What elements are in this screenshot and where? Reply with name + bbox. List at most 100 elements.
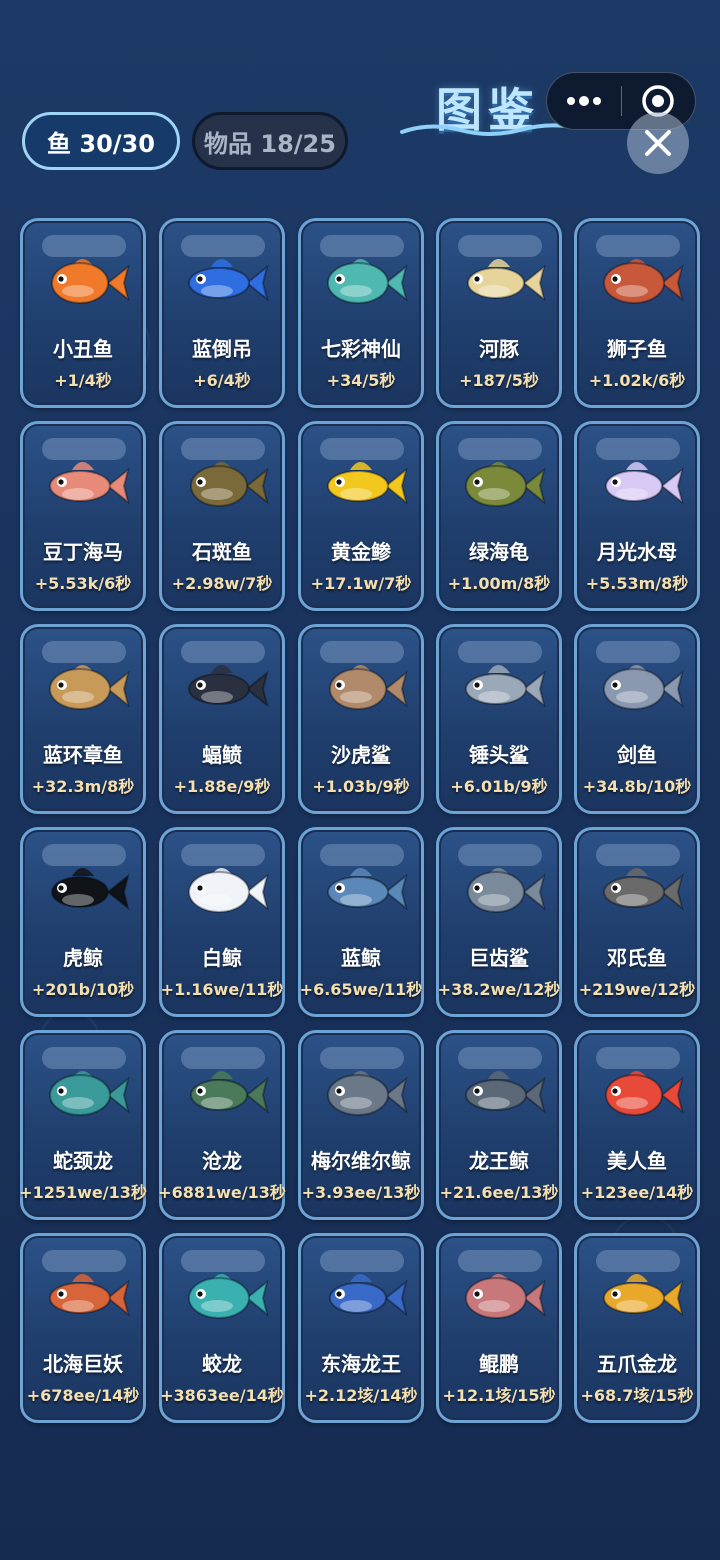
fish-card[interactable]: 小丑鱼 +1/4秒 [20,218,146,408]
fish-income-rate: +5.53k/6秒 [34,574,132,593]
seahorse-icon [36,444,132,524]
fish-card[interactable]: 月光水母 +5.53m/8秒 [574,421,700,611]
fish-income-rate: +32.3m/8秒 [31,777,135,796]
fish-income-rate: +1.00m/8秒 [447,574,551,593]
fish-card[interactable]: 沧龙 +6881we/13秒 [158,1030,286,1220]
fish-card[interactable]: 剑鱼 +34.8b/10秒 [574,624,700,814]
fish-name: 白鲸 [202,946,242,970]
fish-name: 梅尔维尔鲸 [311,1149,411,1173]
basilosaurus-icon [452,1053,548,1133]
fish-card[interactable]: 河豚 +187/5秒 [436,218,562,408]
fish-card[interactable]: 蛟龙 +3863ee/14秒 [159,1233,285,1423]
fish-income-rate: +34/5秒 [326,371,396,390]
tab-fish[interactable]: 鱼 30/30 [22,112,180,170]
fish-income-rate: +1.03b/9秒 [312,777,410,796]
fish-name: 河豚 [479,337,519,361]
sea-turtle-icon [452,444,548,524]
fish-name: 蓝鲸 [341,946,381,970]
fish-card[interactable]: 绿海龟 +1.00m/8秒 [436,421,562,611]
fish-card[interactable]: 鲲鹏 +12.1垓/15秒 [436,1233,562,1423]
fish-income-rate: +1/4秒 [54,371,112,390]
fish-card[interactable]: 锤头鲨 +6.01b/9秒 [436,624,562,814]
grouper-icon [175,444,271,524]
manta-ray-icon [175,647,271,727]
fish-card[interactable]: 北海巨妖 +678ee/14秒 [20,1233,146,1423]
fish-name: 蛇颈龙 [53,1149,113,1173]
jiaolong-icon [175,1256,271,1336]
fish-income-rate: +6.01b/9秒 [450,777,548,796]
beluga-icon [175,850,271,930]
fish-card[interactable]: 蓝倒吊 +6/4秒 [159,218,285,408]
fish-income-rate: +2.12垓/14秒 [304,1386,418,1405]
pufferfish-icon [452,241,548,321]
fish-income-rate: +6.65we/11秒 [299,980,423,999]
fish-income-rate: +38.2we/12秒 [437,980,561,999]
dunkleosteus-icon [590,850,686,930]
fish-income-rate: +6881we/13秒 [158,1183,286,1202]
fish-name: 豆丁海马 [43,540,123,564]
fish-card[interactable]: 石斑鱼 +2.98w/7秒 [159,421,285,611]
fish-name: 蝠鲼 [202,743,242,767]
clownfish-icon [36,241,132,321]
fish-income-rate: +1.02k/6秒 [588,371,686,390]
fish-name: 美人鱼 [607,1149,667,1173]
fish-name: 东海龙王 [321,1352,401,1376]
fish-card[interactable]: 龙王鲸 +21.6ee/13秒 [436,1030,562,1220]
fish-income-rate: +34.8b/10秒 [582,777,692,796]
fish-card[interactable]: 蝠鲼 +1.88e/9秒 [159,624,285,814]
fish-name: 沙虎鲨 [331,743,391,767]
dragon-king-icon [314,1256,410,1336]
tab-items[interactable]: 物品 18/25 [192,112,348,170]
fish-card[interactable]: 狮子鱼 +1.02k/6秒 [574,218,700,408]
swordfish-icon [590,647,686,727]
discus-icon [314,241,410,321]
fish-income-rate: +1.16we/11秒 [160,980,284,999]
livyatan-icon [314,1053,410,1133]
fish-name: 巨齿鲨 [469,946,529,970]
orca-icon [36,850,132,930]
fish-name: 蓝倒吊 [192,337,252,361]
header: 鱼 30/30 物品 18/25 图鉴 [0,0,720,200]
fish-name: 蓝环章鱼 [43,743,123,767]
fish-name: 五爪金龙 [597,1352,677,1376]
fish-card[interactable]: 白鲸 +1.16we/11秒 [159,827,285,1017]
fish-name: 锤头鲨 [469,743,529,767]
close-button[interactable] [627,112,689,174]
fish-card[interactable]: 美人鱼 +123ee/14秒 [574,1030,700,1220]
fish-card[interactable]: 巨齿鲨 +38.2we/12秒 [436,827,562,1017]
fish-name: 小丑鱼 [53,337,113,361]
fish-card[interactable]: 豆丁海马 +5.53k/6秒 [20,421,146,611]
fish-name: 七彩神仙 [321,337,401,361]
fish-name: 剑鱼 [617,743,657,767]
golden-trevally-icon [314,444,410,524]
fish-card[interactable]: 蓝环章鱼 +32.3m/8秒 [20,624,146,814]
fish-card[interactable]: 蛇颈龙 +1251we/13秒 [19,1030,147,1220]
fish-income-rate: +1.88e/9秒 [173,777,271,796]
more-dots-icon[interactable] [547,73,621,129]
fish-name: 蛟龙 [202,1352,242,1376]
fish-name: 绿海龟 [469,540,529,564]
fish-income-rate: +2.98w/7秒 [171,574,273,593]
fish-name: 北海巨妖 [43,1352,123,1376]
fish-income-rate: +68.7垓/15秒 [580,1386,694,1405]
fish-income-rate: +17.1w/7秒 [310,574,412,593]
blue-ringed-octopus-icon [36,647,132,727]
jellyfish-icon [590,444,686,524]
fish-name: 沧龙 [202,1149,242,1173]
fish-card[interactable]: 梅尔维尔鲸 +3.93ee/13秒 [298,1030,424,1220]
fish-card[interactable]: 东海龙王 +2.12垓/14秒 [298,1233,424,1423]
plesiosaur-icon [36,1053,132,1133]
fish-card[interactable]: 黄金鲹 +17.1w/7秒 [298,421,424,611]
megalodon-icon [452,850,548,930]
fish-card[interactable]: 五爪金龙 +68.7垓/15秒 [574,1233,700,1423]
blue-tang-icon [175,241,271,321]
fish-income-rate: +21.6ee/13秒 [439,1183,559,1202]
fish-card[interactable]: 蓝鲸 +6.65we/11秒 [298,827,424,1017]
close-icon [645,130,671,156]
fish-card[interactable]: 七彩神仙 +34/5秒 [298,218,424,408]
fish-income-rate: +201b/10秒 [31,980,135,999]
fish-card[interactable]: 沙虎鲨 +1.03b/9秒 [298,624,424,814]
fish-card[interactable]: 邓氏鱼 +219we/12秒 [574,827,700,1017]
fish-card[interactable]: 虎鲸 +201b/10秒 [20,827,146,1017]
kraken-icon [36,1256,132,1336]
